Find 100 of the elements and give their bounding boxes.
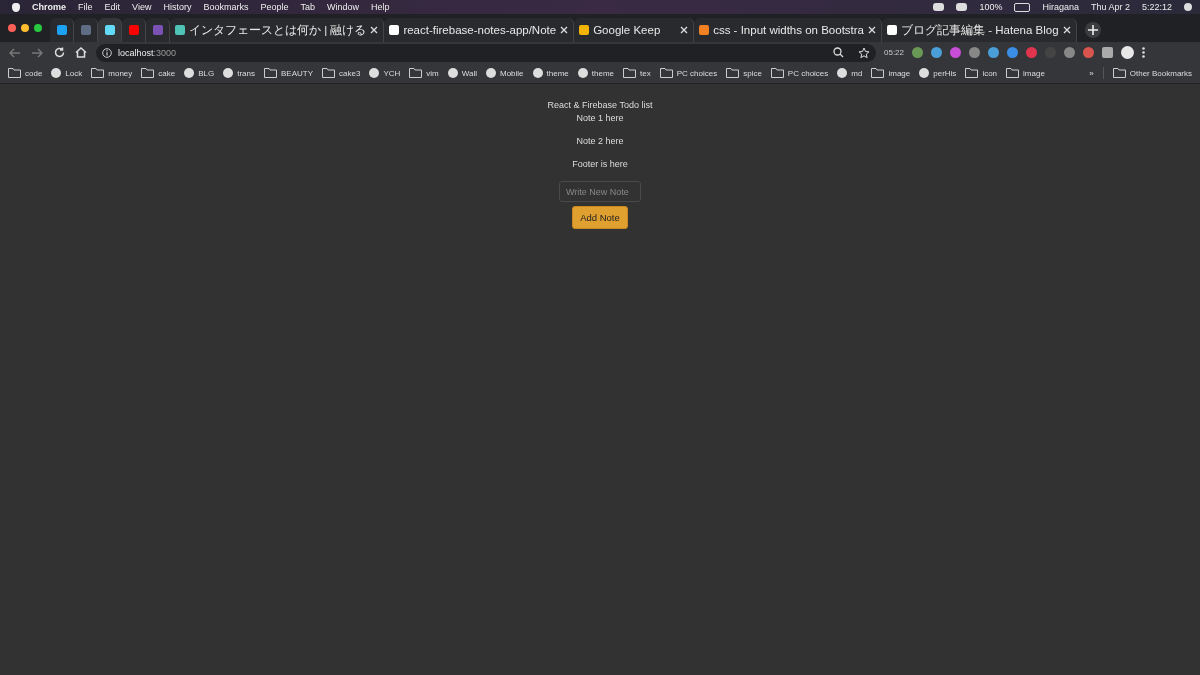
- note-input[interactable]: Write New Note: [559, 181, 641, 202]
- bookmark[interactable]: trans: [223, 68, 255, 78]
- folder-icon: [141, 68, 155, 78]
- tab-title: react-firebase-notes-app/Note: [403, 24, 557, 36]
- home-icon[interactable]: [74, 47, 88, 58]
- bookmark[interactable]: PC choices: [659, 68, 718, 78]
- browser-tab[interactable]: インタフェースとは何か | 融ける: [170, 18, 385, 42]
- forward-icon[interactable]: [30, 47, 44, 58]
- bookmark[interactable]: Wall: [447, 68, 477, 78]
- folder-icon: [91, 68, 105, 78]
- tab-title: css - Input widths on Bootstra: [713, 24, 865, 36]
- menu-item[interactable]: Edit: [104, 2, 121, 12]
- bookmark[interactable]: spice: [726, 68, 762, 78]
- browser-tab[interactable]: ブログ記事編集 - Hatena Blog: [882, 18, 1077, 42]
- info-icon[interactable]: [102, 47, 112, 58]
- pinned-tab[interactable]: [50, 18, 74, 42]
- url-text: localhost:3000: [118, 47, 177, 58]
- browser-tab[interactable]: react-firebase-notes-app/Note: [384, 18, 575, 42]
- bookmark[interactable]: Mobile: [486, 68, 524, 78]
- menu-item[interactable]: Bookmarks: [203, 2, 249, 12]
- folder-icon: [659, 68, 673, 78]
- site-icon: [184, 68, 195, 78]
- bookmark[interactable]: cake: [141, 68, 176, 78]
- star-icon[interactable]: [858, 46, 870, 59]
- back-icon[interactable]: [8, 47, 22, 58]
- battery-icon[interactable]: [1014, 2, 1031, 12]
- menu-item[interactable]: Tab: [300, 2, 315, 12]
- close-window-icon[interactable]: [8, 24, 16, 32]
- extension-icon[interactable]: [931, 47, 943, 58]
- folder-icon: [871, 68, 885, 78]
- minimize-window-icon[interactable]: [21, 24, 29, 32]
- site-icon: [486, 68, 496, 78]
- extension-icon[interactable]: [1026, 47, 1038, 58]
- clock-time[interactable]: 5:22:12: [1141, 2, 1172, 12]
- add-note-button[interactable]: Add Note: [572, 206, 628, 229]
- bookmark[interactable]: money: [91, 68, 133, 78]
- site-icon: [919, 68, 930, 78]
- close-icon[interactable]: [370, 26, 379, 34]
- overflow-button[interactable]: »: [1089, 68, 1094, 78]
- menu-item[interactable]: File: [78, 2, 93, 12]
- browser-tab[interactable]: css - Input widths on Bootstra: [694, 18, 883, 42]
- site-icon: [56, 25, 67, 35]
- bookmark[interactable]: code: [8, 68, 43, 78]
- bookmark[interactable]: PC choices: [770, 68, 829, 78]
- zoom-icon[interactable]: [833, 47, 844, 58]
- bookmark[interactable]: tex: [623, 68, 651, 78]
- pinned-tab[interactable]: [98, 18, 122, 42]
- input-method[interactable]: Hiragana: [1042, 2, 1079, 12]
- tab-title: インタフェースとは何か | 融ける: [189, 22, 367, 38]
- bookmark[interactable]: vim: [409, 68, 439, 78]
- bookmark[interactable]: image: [1006, 68, 1045, 78]
- close-icon[interactable]: [1062, 26, 1071, 34]
- menu-item[interactable]: Help: [371, 2, 390, 12]
- folder-icon: [770, 68, 784, 78]
- extension-icon[interactable]: [969, 47, 981, 58]
- avatar-icon[interactable]: [1121, 46, 1135, 59]
- extension-icon[interactable]: [950, 47, 962, 58]
- bookmark[interactable]: theme: [577, 68, 615, 78]
- bookmark[interactable]: YCH: [369, 68, 401, 78]
- extension-icon[interactable]: [1083, 47, 1095, 58]
- extension-icon[interactable]: [1064, 47, 1076, 58]
- new-tab-button[interactable]: [1084, 22, 1101, 38]
- bookmark[interactable]: image: [871, 68, 911, 78]
- clock-date[interactable]: Thu Apr 2: [1090, 2, 1130, 12]
- site-icon: [837, 68, 848, 78]
- zoom-window-icon[interactable]: [34, 24, 42, 32]
- note-text: Note 2 here: [576, 136, 624, 147]
- folder-icon: [623, 68, 637, 78]
- menu-item[interactable]: People: [260, 2, 289, 12]
- bookmark[interactable]: theme: [532, 68, 569, 78]
- menu-icon[interactable]: [1142, 47, 1146, 58]
- browser-tab[interactable]: Google Keep: [574, 18, 695, 42]
- reload-icon[interactable]: [52, 47, 66, 58]
- bookmark[interactable]: Lock: [51, 68, 83, 78]
- extension-badge[interactable]: 05:22: [884, 48, 905, 57]
- menu-item[interactable]: History: [163, 2, 192, 12]
- bookmark[interactable]: cake3: [322, 68, 361, 78]
- extension-icon[interactable]: [1007, 47, 1019, 58]
- folder-icon: [264, 68, 277, 78]
- app-menu[interactable]: Chrome: [32, 2, 66, 12]
- bookmark[interactable]: perHis: [919, 68, 957, 78]
- footer-text: Footer is here: [572, 159, 628, 170]
- pinned-tab[interactable]: [122, 18, 146, 42]
- menu-item[interactable]: View: [132, 2, 152, 12]
- bookmark[interactable]: icon: [965, 68, 998, 78]
- extension-icon[interactable]: [912, 47, 924, 58]
- site-icon: [579, 25, 590, 35]
- bookmark[interactable]: md: [837, 68, 863, 78]
- site-icon: [577, 68, 588, 78]
- bookmark[interactable]: Other Bookmarks: [1112, 68, 1192, 78]
- bookmark[interactable]: BEAUTY: [264, 68, 313, 78]
- page-title: React & Firebase Todo list: [547, 100, 653, 111]
- extension-icon[interactable]: [988, 47, 1000, 58]
- site-icon: [699, 25, 710, 35]
- close-icon[interactable]: [868, 26, 877, 34]
- address-bar[interactable]: localhost:3000: [96, 43, 876, 62]
- bookmark[interactable]: BLG: [184, 68, 215, 78]
- close-icon[interactable]: [560, 26, 569, 34]
- close-icon[interactable]: [680, 26, 689, 34]
- menu-item[interactable]: Window: [327, 2, 359, 12]
